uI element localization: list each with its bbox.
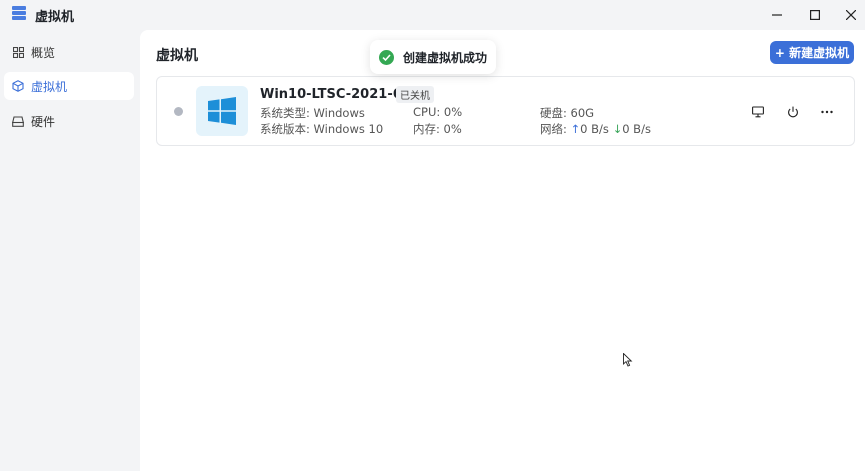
os-version-value: Windows 10	[313, 122, 384, 136]
sidebar-item-label: 虚拟机	[31, 79, 68, 94]
sidebar-item-overview[interactable]: 概览	[4, 38, 134, 66]
windows-logo-icon	[196, 86, 248, 136]
os-type-label: 系统类型:	[260, 106, 310, 120]
memory-label: 内存:	[413, 122, 440, 136]
network-up-value: 0 B/s	[580, 122, 609, 136]
minimize-icon	[772, 14, 782, 16]
disk-value: 60G	[570, 106, 595, 120]
app-title: 虚拟机	[35, 10, 75, 25]
arrow-up-icon: ↑	[570, 122, 581, 136]
disk-row: 硬盘: 60G	[540, 105, 594, 121]
cpu-label: CPU:	[413, 105, 441, 119]
sidebar: 概览 虚拟机 硬件	[0, 30, 140, 471]
maximize-button[interactable]	[797, 0, 833, 30]
grid-icon	[11, 45, 25, 59]
sidebar-item-vm[interactable]: 虚拟机	[4, 72, 134, 100]
os-version-row: 系统版本: Windows 10	[260, 121, 383, 137]
cube-icon	[11, 79, 25, 93]
drive-icon	[11, 114, 25, 128]
network-label: 网络:	[540, 122, 567, 136]
network-down-value: 0 B/s	[622, 122, 651, 136]
power-icon	[788, 106, 798, 118]
toast-message: 创建虚拟机成功	[403, 50, 488, 65]
vm-name: Win10-LTSC-2021-64	[260, 87, 411, 102]
arrow-down-icon: ↓	[612, 122, 623, 136]
console-button[interactable]	[746, 100, 770, 124]
cpu-row: CPU: 0%	[413, 105, 462, 119]
sidebar-item-hardware[interactable]: 硬件	[4, 107, 134, 135]
close-button[interactable]	[833, 0, 865, 30]
vm-state-badge: 已关机	[396, 86, 434, 103]
minimize-button[interactable]	[759, 0, 795, 30]
memory-row: 内存: 0%	[413, 121, 462, 137]
stack-icon	[12, 6, 26, 24]
main-panel: 虚拟机 + 新建虚拟机 Win10-LTSC-2021-64 已关机 系统类型:…	[140, 30, 865, 471]
check-circle-icon	[379, 49, 394, 65]
monitor-icon	[752, 106, 764, 118]
more-button[interactable]	[815, 100, 839, 124]
status-indicator	[174, 107, 183, 116]
power-button[interactable]	[781, 100, 805, 124]
network-row: 网络: ↑0 B/s ↓0 B/s	[540, 121, 651, 137]
more-icon	[821, 110, 833, 114]
close-icon	[846, 10, 856, 20]
page-title: 虚拟机	[156, 48, 198, 64]
disk-label: 硬盘:	[540, 106, 567, 120]
cpu-value: 0%	[443, 105, 463, 119]
os-type-row: 系统类型: Windows	[260, 105, 365, 121]
title-bar: 虚拟机	[0, 0, 865, 30]
maximize-icon	[810, 10, 820, 20]
os-type-value: Windows	[313, 106, 365, 120]
mouse-cursor-icon	[623, 352, 633, 371]
vm-card[interactable]: Win10-LTSC-2021-64 已关机 系统类型: Windows 系统版…	[156, 76, 855, 146]
memory-value: 0%	[443, 122, 462, 136]
sidebar-item-label: 硬件	[31, 114, 56, 129]
new-vm-button[interactable]: + 新建虚拟机	[770, 41, 854, 64]
os-version-label: 系统版本:	[260, 122, 310, 136]
sidebar-item-label: 概览	[31, 45, 56, 60]
success-toast: 创建虚拟机成功	[370, 40, 496, 74]
